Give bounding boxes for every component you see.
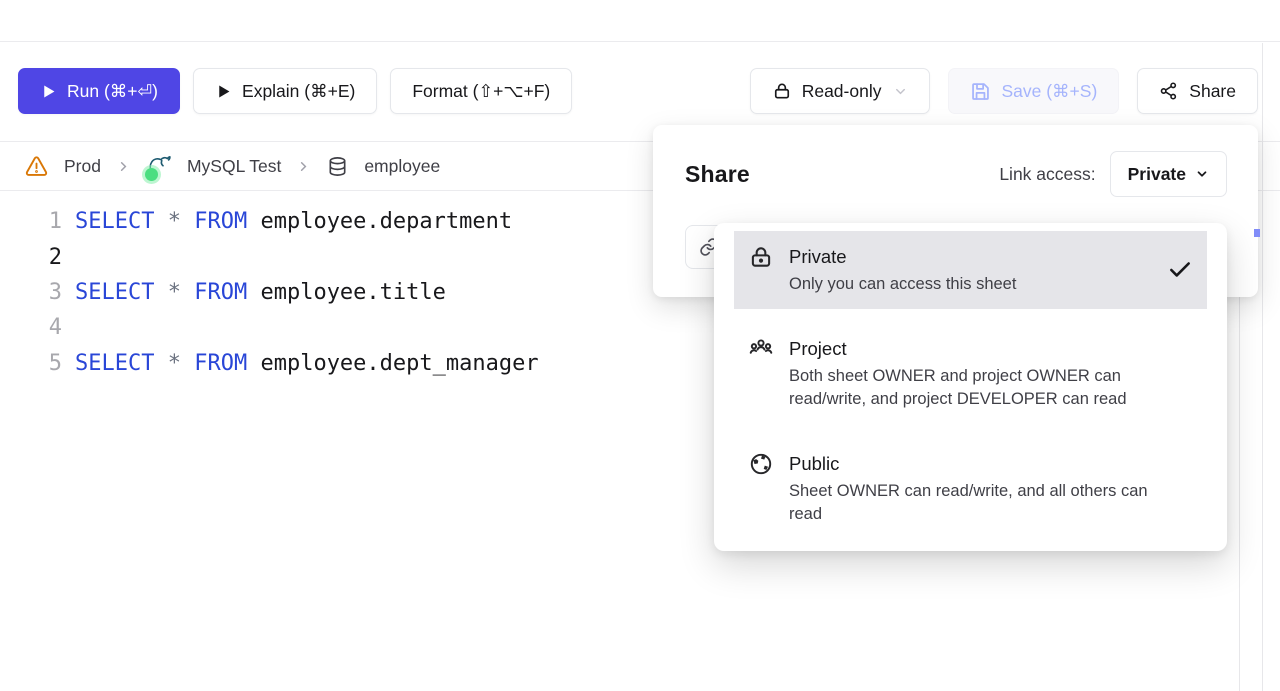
check-icon [1167, 257, 1193, 283]
breadcrumb-database[interactable]: employee [326, 155, 440, 178]
breadcrumb-instance[interactable]: MySQL Test [146, 153, 281, 179]
readonly-label: Read-only [802, 81, 882, 102]
chevron-down-icon [893, 84, 908, 99]
line-number: 5 [0, 351, 62, 376]
selection-indicator [1254, 229, 1260, 237]
environment-label: Prod [64, 156, 101, 177]
line-number: 2 [0, 245, 62, 270]
save-floppy-icon [970, 81, 991, 102]
users-icon [748, 336, 774, 362]
access-option-description: Only you can access this sheet [789, 273, 1157, 297]
instance-label: MySQL Test [187, 156, 281, 177]
access-option-title: Project [789, 335, 1157, 362]
editor-toolbar: Run (⌘+⏎) Explain (⌘+E) Format (⇧+⌥+F) R… [18, 68, 1258, 114]
database-label: employee [364, 156, 440, 177]
line-number: 3 [0, 280, 62, 305]
access-option-public[interactable]: Public Sheet OWNER can read/write, and a… [734, 438, 1207, 539]
lock-icon [772, 81, 792, 101]
code-text: SELECT * FROM employee.dept_manager [62, 351, 539, 376]
right-panel-divider [1262, 43, 1263, 691]
line-number: 1 [0, 209, 62, 234]
format-button[interactable]: Format (⇧+⌥+F) [390, 68, 572, 114]
code-text: SELECT * FROM employee.title [62, 280, 446, 305]
format-button-label: Format (⇧+⌥+F) [412, 81, 550, 102]
explain-button[interactable]: Explain (⌘+E) [193, 68, 377, 114]
link-access-value: Private [1128, 164, 1186, 185]
access-option-title: Public [789, 450, 1157, 477]
run-button[interactable]: Run (⌘+⏎) [18, 68, 180, 114]
share-popup-header: Share Link access: Private [653, 125, 1258, 197]
access-option-project[interactable]: Project Both sheet OWNER and project OWN… [734, 323, 1207, 424]
explain-button-label: Explain (⌘+E) [242, 81, 355, 102]
globe-icon [748, 451, 774, 477]
lock-icon [748, 244, 774, 270]
share-icon [1159, 81, 1179, 101]
link-access-dropdown[interactable]: Private [1110, 151, 1227, 197]
access-option-description: Sheet OWNER can read/write, and all othe… [789, 480, 1157, 527]
access-option-title: Private [789, 243, 1157, 270]
access-option-private[interactable]: Private Only you can access this sheet [734, 231, 1207, 309]
link-access-label: Link access: [999, 164, 1095, 185]
toolbar-right-group: Read-only Save (⌘+S) Share [750, 68, 1258, 114]
run-button-label: Run (⌘+⏎) [67, 81, 158, 102]
database-icon [326, 155, 349, 178]
share-button[interactable]: Share [1137, 68, 1258, 114]
link-access-control: Link access: Private [999, 151, 1227, 197]
share-popup-title: Share [685, 161, 750, 188]
save-button-label: Save (⌘+S) [1001, 81, 1097, 102]
chevron-right-icon [296, 159, 311, 174]
top-bar [0, 0, 1280, 42]
chevron-right-icon [116, 159, 131, 174]
save-button[interactable]: Save (⌘+S) [948, 68, 1119, 114]
share-button-label: Share [1189, 81, 1236, 102]
readonly-mode-dropdown[interactable]: Read-only [750, 68, 931, 114]
code-text: SELECT * FROM employee.department [62, 209, 512, 234]
instance-status-dot [145, 168, 158, 181]
link-access-menu: Private Only you can access this sheet P… [714, 223, 1227, 551]
warning-triangle-icon [24, 154, 49, 179]
play-icon [215, 83, 232, 100]
access-option-description: Both sheet OWNER and project OWNER can r… [789, 365, 1157, 412]
line-number: 4 [0, 315, 62, 340]
mysql-dolphin-icon [146, 153, 172, 179]
chevron-down-icon [1195, 167, 1209, 181]
breadcrumb-environment[interactable]: Prod [24, 154, 101, 179]
toolbar-left-group: Run (⌘+⏎) Explain (⌘+E) Format (⇧+⌥+F) [18, 68, 572, 114]
play-icon [40, 83, 57, 100]
